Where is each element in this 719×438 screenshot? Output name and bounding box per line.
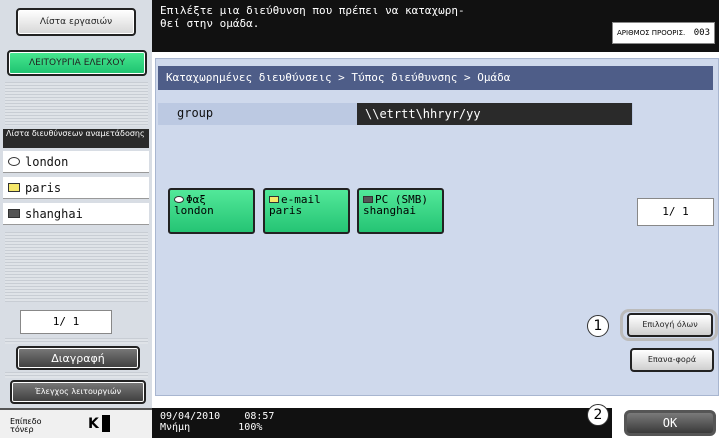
destination-button-email[interactable]: e-mail paris bbox=[263, 188, 350, 234]
destination-counter-value: 003 bbox=[693, 28, 710, 38]
select-all-button-label: Επιλογή όλων bbox=[642, 320, 698, 329]
fax-icon bbox=[174, 196, 184, 203]
destination-button-smb[interactable]: PC (SMB) shanghai bbox=[357, 188, 444, 234]
callout-marker: 2 bbox=[587, 404, 609, 426]
callout-marker: 1 bbox=[587, 315, 609, 337]
broadcast-list-item-label: shanghai bbox=[25, 206, 83, 221]
job-list-button[interactable]: Λίστα εργασιών bbox=[16, 8, 136, 36]
pc-smb-icon bbox=[8, 209, 20, 218]
broadcast-list-item[interactable]: shanghai bbox=[3, 203, 149, 225]
destination-counter-label: ΑΡΙΘΜΟΣ ΠΡΟΟΡΙΣ. bbox=[617, 28, 686, 37]
destination-page-indicator: 1/ 1 bbox=[637, 198, 714, 226]
broadcast-list-item-label: paris bbox=[25, 180, 62, 195]
destination-name: shanghai bbox=[363, 204, 416, 217]
broadcast-list-item[interactable]: paris bbox=[3, 177, 149, 199]
toner-label: Επίπεδο τόνερ bbox=[10, 417, 42, 434]
check-functions-button[interactable]: Έλεγχος λειτουργιών bbox=[10, 380, 146, 404]
check-functions-button-label: Έλεγχος λειτουργιών bbox=[34, 387, 122, 396]
fax-icon bbox=[8, 157, 20, 166]
select-all-button[interactable]: Επιλογή όλων bbox=[627, 313, 713, 337]
pc-smb-icon bbox=[363, 196, 373, 203]
destination-counter: ΑΡΙΘΜΟΣ ΠΡΟΟΡΙΣ. 003 bbox=[612, 22, 715, 44]
broadcast-list-item-label: london bbox=[25, 154, 69, 169]
toner-value: K bbox=[88, 416, 99, 432]
reset-button-label: Επανα-φορά bbox=[647, 355, 697, 364]
ok-button-label: OK bbox=[662, 416, 678, 430]
left-decor-stripe bbox=[5, 232, 148, 302]
left-decor-stripe bbox=[5, 372, 148, 378]
delete-button[interactable]: Διαγραφή bbox=[16, 346, 140, 370]
check-function-button[interactable]: ΛΕΙΤΟΥΡΓΙΑ ΕΛΕΓΧΟΥ bbox=[7, 50, 147, 76]
left-decor-stripe bbox=[5, 82, 148, 126]
breadcrumb: Καταχωρημένες διευθύνσεις > Τύπος διεύθυ… bbox=[158, 66, 713, 90]
email-icon bbox=[8, 183, 20, 192]
memory-value: 100% bbox=[238, 422, 263, 433]
destination-button-fax[interactable]: Φαξ london bbox=[168, 188, 255, 234]
job-list-button-label: Λίστα εργασιών bbox=[39, 16, 113, 27]
broadcast-list-header: Λίστα διευθύνσεων αναμετάδοσης bbox=[3, 129, 149, 148]
status-date: 09/04/2010 bbox=[160, 411, 221, 422]
group-label: group bbox=[177, 106, 214, 120]
memory-label: Μνήμη bbox=[160, 422, 191, 433]
list-page-indicator: 1/ 1 bbox=[20, 310, 112, 334]
group-path-field: \\etrtt\hhryr/yy bbox=[357, 103, 632, 125]
status-bar: 09/04/2010 08:57 Μνήμη 100% bbox=[152, 408, 612, 438]
reset-button[interactable]: Επανα-φορά bbox=[630, 348, 714, 372]
email-icon bbox=[269, 196, 279, 203]
toner-bar: Επίπεδο τόνερ K bbox=[0, 408, 152, 438]
toner-level-icon bbox=[102, 415, 110, 432]
delete-button-label: Διαγραφή bbox=[51, 351, 105, 365]
broadcast-list-header-label: Λίστα διευθύνσεων αναμετάδοσης bbox=[6, 129, 145, 138]
left-decor-stripe bbox=[5, 338, 148, 344]
broadcast-list-item[interactable]: london bbox=[3, 151, 149, 173]
destination-name: paris bbox=[269, 204, 303, 217]
destination-name: london bbox=[174, 204, 214, 217]
check-function-button-label: ΛΕΙΤΟΥΡΓΙΑ ΕΛΕΓΧΟΥ bbox=[29, 57, 125, 68]
status-time: 08:57 bbox=[244, 411, 275, 422]
ok-button[interactable]: OK bbox=[624, 410, 716, 436]
